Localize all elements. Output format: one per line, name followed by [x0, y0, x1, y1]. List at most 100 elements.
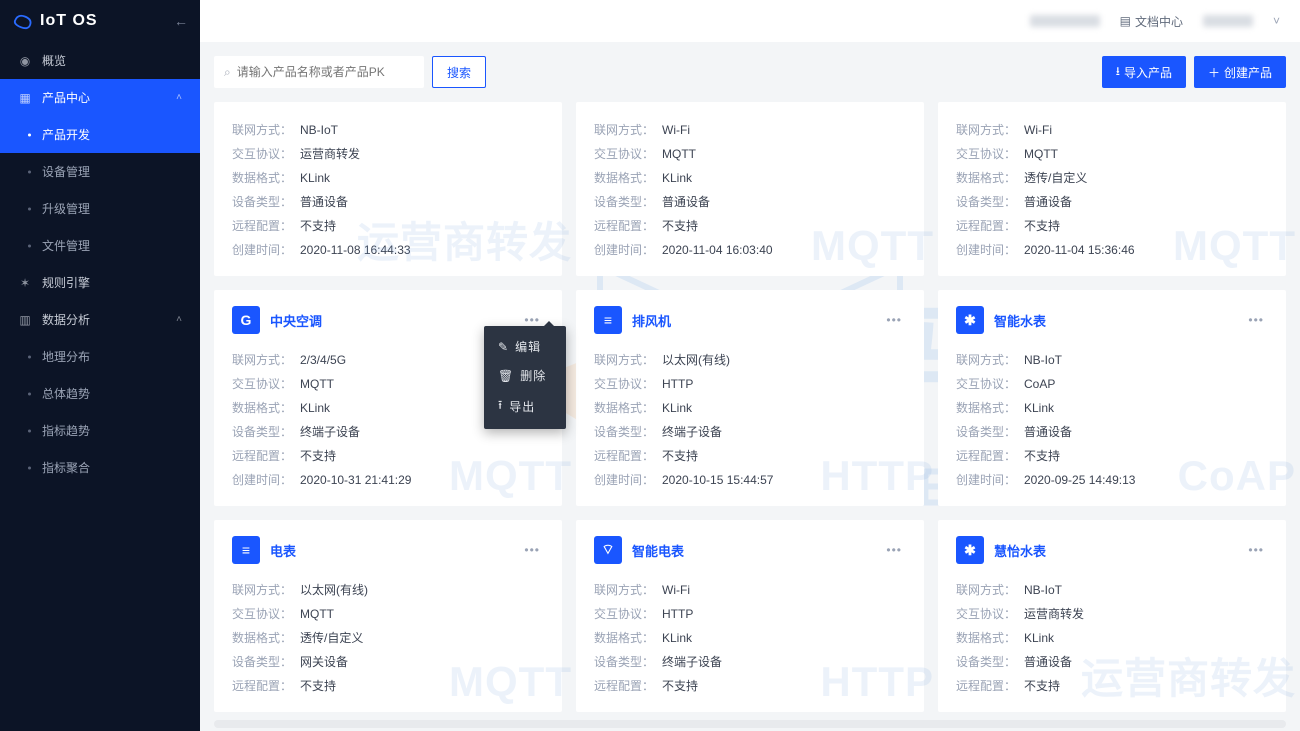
field-value: MQTT [662, 142, 696, 166]
main-area: ▤文档中心 ˅ 捷码 GEMCODER ⌕ 搜索 ⭳导入产品 ＋ [200, 0, 1300, 731]
field-label: 设备类型： [594, 420, 654, 444]
field-net: 联网方式：Wi-Fi [956, 118, 1268, 142]
product-title[interactable]: 排风机 [632, 311, 671, 330]
sidebar-collapse-icon[interactable]: ← [174, 13, 188, 29]
trash-icon: 🗑 [498, 369, 514, 383]
field-label: 远程配置： [594, 444, 654, 468]
card-more-button[interactable]: ••• [882, 541, 906, 559]
card-more-button[interactable]: ••• [1244, 311, 1268, 329]
sidebar-item-overall-trend[interactable]: 总体趋势 [0, 375, 200, 412]
button-label: 搜索 [447, 64, 471, 81]
field-label: 远程配置： [956, 444, 1016, 468]
sidebar-item-product-center[interactable]: ▦产品中心˄ [0, 79, 200, 116]
field-value: 以太网(有线) [300, 578, 368, 602]
card-more-button[interactable]: ••• [882, 311, 906, 329]
field-value: 终端子设备 [662, 650, 722, 674]
redacted-tenant [1030, 15, 1100, 27]
field-value: 普通设备 [300, 190, 348, 214]
field-value: Wi-Fi [1024, 118, 1052, 142]
field-value: HTTP [662, 372, 693, 396]
product-card: ✱ 慧怡水表 ••• 联网方式：NB-IoT交互协议：运营商转发数据格式：KLi… [938, 520, 1286, 712]
field-value: CoAP [1024, 372, 1055, 396]
product-title[interactable]: 慧怡水表 [994, 541, 1046, 560]
field-value: NB-IoT [1024, 578, 1062, 602]
sidebar: IoT OS ← ◉概览 ▦产品中心˄ 产品开发 设备管理 升级管理 文件管理 … [0, 0, 200, 731]
field-remote-config: 远程配置：不支持 [956, 214, 1268, 238]
grid-icon: ▦ [18, 91, 32, 105]
field-label: 创建时间： [594, 468, 654, 492]
chevron-up-icon: ˄ [176, 314, 182, 325]
popover-delete[interactable]: 🗑删除 [484, 361, 566, 390]
sidebar-item-overview[interactable]: ◉概览 [0, 42, 200, 79]
import-product-button[interactable]: ⭳导入产品 [1102, 56, 1186, 88]
product-title[interactable]: 电表 [270, 541, 296, 560]
logo-swirl-icon [12, 12, 34, 30]
card-more-button[interactable]: ••• ✎编辑 🗑删除 ⭱导出 [520, 311, 544, 329]
chevron-down-icon[interactable]: ˅ [1273, 14, 1280, 28]
field-device-type: 设备类型：普通设备 [594, 190, 906, 214]
field-label: 数据格式： [594, 626, 654, 650]
sidebar-item-metric-trend[interactable]: 指标趋势 [0, 412, 200, 449]
product-title[interactable]: 中央空调 [270, 311, 322, 330]
card-more-button[interactable]: ••• [520, 541, 544, 559]
search-input[interactable] [237, 65, 414, 79]
search-button[interactable]: 搜索 [432, 56, 486, 88]
sidebar-item-upgrade-mgmt[interactable]: 升级管理 [0, 190, 200, 227]
card-header: ≡ 电表 ••• [232, 536, 544, 564]
sidebar-item-device-mgmt[interactable]: 设备管理 [0, 153, 200, 190]
field-net: 联网方式：以太网(有线) [594, 348, 906, 372]
field-remote-config: 远程配置：不支持 [956, 674, 1268, 698]
sidebar-item-geo-dist[interactable]: 地理分布 [0, 338, 200, 375]
create-product-button[interactable]: ＋创建产品 [1194, 56, 1286, 88]
field-remote-config: 远程配置：不支持 [232, 674, 544, 698]
field-label: 数据格式： [956, 166, 1016, 190]
horizontal-scrollbar[interactable] [214, 720, 1286, 728]
field-remote-config: 远程配置：不支持 [594, 214, 906, 238]
field-value: 不支持 [662, 674, 698, 698]
sidebar-label: 地理分布 [42, 350, 90, 364]
field-protocol: 交互协议： MQTT [594, 142, 906, 166]
field-created-time: 创建时间：2020-11-04 16:03:40 [594, 238, 906, 262]
product-title[interactable]: 智能电表 [632, 541, 684, 560]
field-value: 2020-09-25 14:49:13 [1024, 468, 1135, 492]
popover-export[interactable]: ⭱导出 [484, 390, 566, 423]
field-created-time: 创建时间：2020-10-31 21:41:29 [232, 468, 544, 492]
product-card: ≡ 排风机 ••• 联网方式：以太网(有线)交互协议：HTTP数据格式：KLin… [576, 290, 924, 506]
field-label: 创建时间： [232, 238, 292, 262]
sidebar-item-file-mgmt[interactable]: 文件管理 [0, 227, 200, 264]
field-protocol: 交互协议：MQTT [232, 602, 544, 626]
plus-icon: ＋ [1208, 64, 1220, 81]
field-value: 2020-10-15 15:44:57 [662, 468, 773, 492]
product-card: 联网方式：NB-IoT交互协议：运营商转发数据格式：KLink设备类型：普通设备… [214, 102, 562, 276]
field-value: 终端子设备 [300, 420, 360, 444]
field-format: 数据格式：KLink [594, 166, 906, 190]
field-remote-config: 远程配置： 不支持 [956, 444, 1268, 468]
button-label: 导入产品 [1124, 64, 1172, 81]
card-header: G 中央空调 ••• ✎编辑 🗑删除 ⭱导出 [232, 306, 544, 334]
field-label: 设备类型： [956, 420, 1016, 444]
redacted-user[interactable] [1203, 15, 1253, 27]
field-label: 远程配置： [232, 444, 292, 468]
search-box: ⌕ [214, 56, 424, 88]
field-value: KLink [300, 396, 330, 420]
search-icon: ⌕ [224, 65, 231, 80]
field-format: 数据格式：KLink [594, 626, 906, 650]
product-title[interactable]: 智能水表 [994, 311, 1046, 330]
field-value: 不支持 [1024, 214, 1060, 238]
field-value: MQTT [300, 372, 334, 396]
doc-center-link[interactable]: ▤文档中心 [1120, 13, 1183, 30]
field-device-type: 设备类型：普通设备 [956, 650, 1268, 674]
sidebar-item-rule-engine[interactable]: ✶规则引擎 [0, 264, 200, 301]
field-label: 联网方式： [232, 348, 292, 372]
content: 捷码 GEMCODER ⌕ 搜索 ⭳导入产品 ＋创建产品 联网方式：NB-IoT… [200, 42, 1300, 731]
sidebar-item-product-dev[interactable]: 产品开发 [0, 116, 200, 153]
sidebar-item-metric-agg[interactable]: 指标聚合 [0, 449, 200, 486]
field-label: 交互协议： [594, 142, 654, 166]
field-format: 数据格式：KLink [594, 396, 906, 420]
card-more-button[interactable]: ••• [1244, 541, 1268, 559]
field-device-type: 设备类型：普通设备 [956, 420, 1268, 444]
popover-edit[interactable]: ✎编辑 [484, 332, 566, 361]
sidebar-item-data-analysis[interactable]: ▥数据分析˄ [0, 301, 200, 338]
field-value: 不支持 [1024, 444, 1060, 468]
product-type-icon: ✱ [956, 536, 984, 564]
